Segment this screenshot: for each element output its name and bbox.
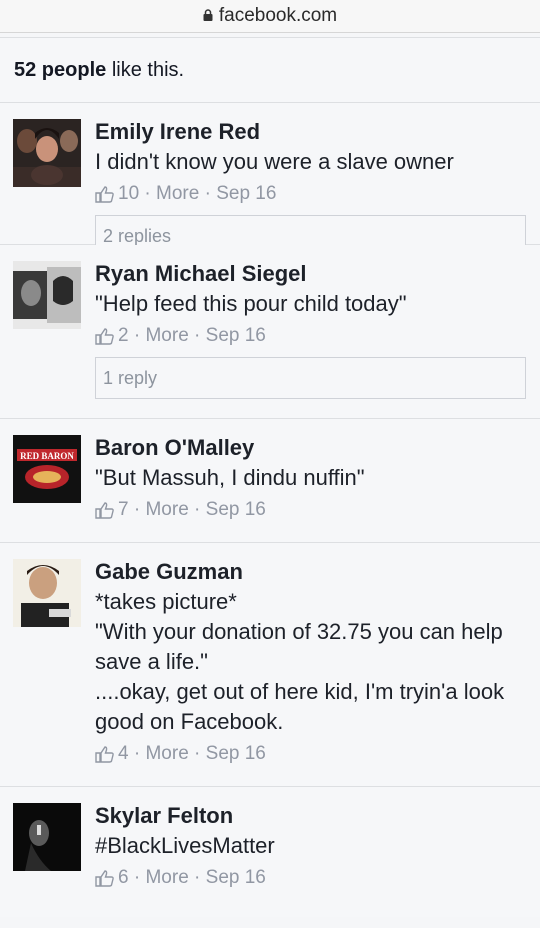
comment-text-line: "With your donation of 32.75 you can hel… [95,619,509,674]
avatar[interactable] [13,559,81,627]
comment: Emily Irene Red I didn't know you were a… [0,103,540,257]
separator: · [128,743,146,764]
likes-suffix: like this. [106,58,185,81]
separator: · [128,325,146,346]
comment-text-line: ....okay, get out of here kid, I'm tryin… [95,679,511,734]
separator: · [139,183,157,204]
comment-date[interactable]: Sep 16 [206,499,266,521]
separator: · [188,743,206,764]
avatar[interactable]: RED BARON [13,435,81,503]
url-text: facebook.com [218,5,338,26]
more-link[interactable]: More [145,867,188,889]
comment: Gabe Guzman *takes picture* "With your d… [0,543,540,787]
comment-date[interactable]: Sep 16 [206,867,266,889]
comment-text: I didn't know you were a slave owner [95,149,454,174]
like-count[interactable]: 6 [118,867,129,889]
lock-icon [203,9,213,21]
comment-author[interactable]: Ryan Michael Siegel [95,259,526,289]
more-link[interactable]: More [156,183,199,205]
comment-date[interactable]: Sep 16 [216,183,276,205]
thumbs-up-icon[interactable] [95,501,115,519]
comment-text: #BlackLivesMatter [95,833,275,858]
avatar[interactable] [13,261,81,329]
like-count[interactable]: 2 [118,325,129,347]
avatar[interactable] [13,803,81,871]
comment-meta: 6 · More · Sep 16 [95,867,526,889]
comment-meta: 10 · More · Sep 16 [95,183,526,205]
comment-meta: 4 · More · Sep 16 [95,743,526,765]
separator: · [188,325,206,346]
comment-author[interactable]: Skylar Felton [95,801,526,831]
comment-author[interactable]: Baron O'Malley [95,433,526,463]
comment-meta: 7 · More · Sep 16 [95,499,526,521]
comment-author[interactable]: Gabe Guzman [95,557,526,587]
separator: · [128,499,146,520]
likes-count[interactable]: 52 people [14,59,106,82]
like-count[interactable]: 10 [118,183,139,205]
separator: · [188,499,206,520]
thumbs-up-icon[interactable] [95,869,115,887]
thumbs-up-icon[interactable] [95,327,115,345]
comment-author[interactable]: Emily Irene Red [95,117,526,147]
comment: Ryan Michael Siegel "Help feed this pour… [0,245,540,419]
comment: RED BARON Baron O'Malley "But Massuh, I … [0,419,540,543]
address-bar[interactable]: facebook.com [0,0,540,33]
replies-button[interactable]: 1 reply [95,357,526,399]
likes-summary[interactable]: 52 people like this. [0,37,540,103]
comment-text: "Help feed this pour child today" [95,291,407,316]
comment-date[interactable]: Sep 16 [206,743,266,765]
separator: · [128,867,146,888]
separator: · [199,183,217,204]
thumbs-up-icon[interactable] [95,745,115,763]
comment-date[interactable]: Sep 16 [206,325,266,347]
comment-text-line: *takes picture* [95,589,237,614]
like-count[interactable]: 4 [118,743,129,765]
comment: Skylar Felton #BlackLivesMatter 6 · More… [0,787,540,917]
separator: · [188,867,206,888]
avatar[interactable] [13,119,81,187]
more-link[interactable]: More [145,325,188,347]
comment-meta: 2 · More · Sep 16 [95,325,526,347]
avatar-logo-text: RED BARON [20,451,74,461]
thumbs-up-icon[interactable] [95,185,115,203]
like-count[interactable]: 7 [118,499,129,521]
more-link[interactable]: More [145,743,188,765]
comment-text: "But Massuh, I dindu nuffin" [95,465,365,490]
more-link[interactable]: More [145,499,188,521]
